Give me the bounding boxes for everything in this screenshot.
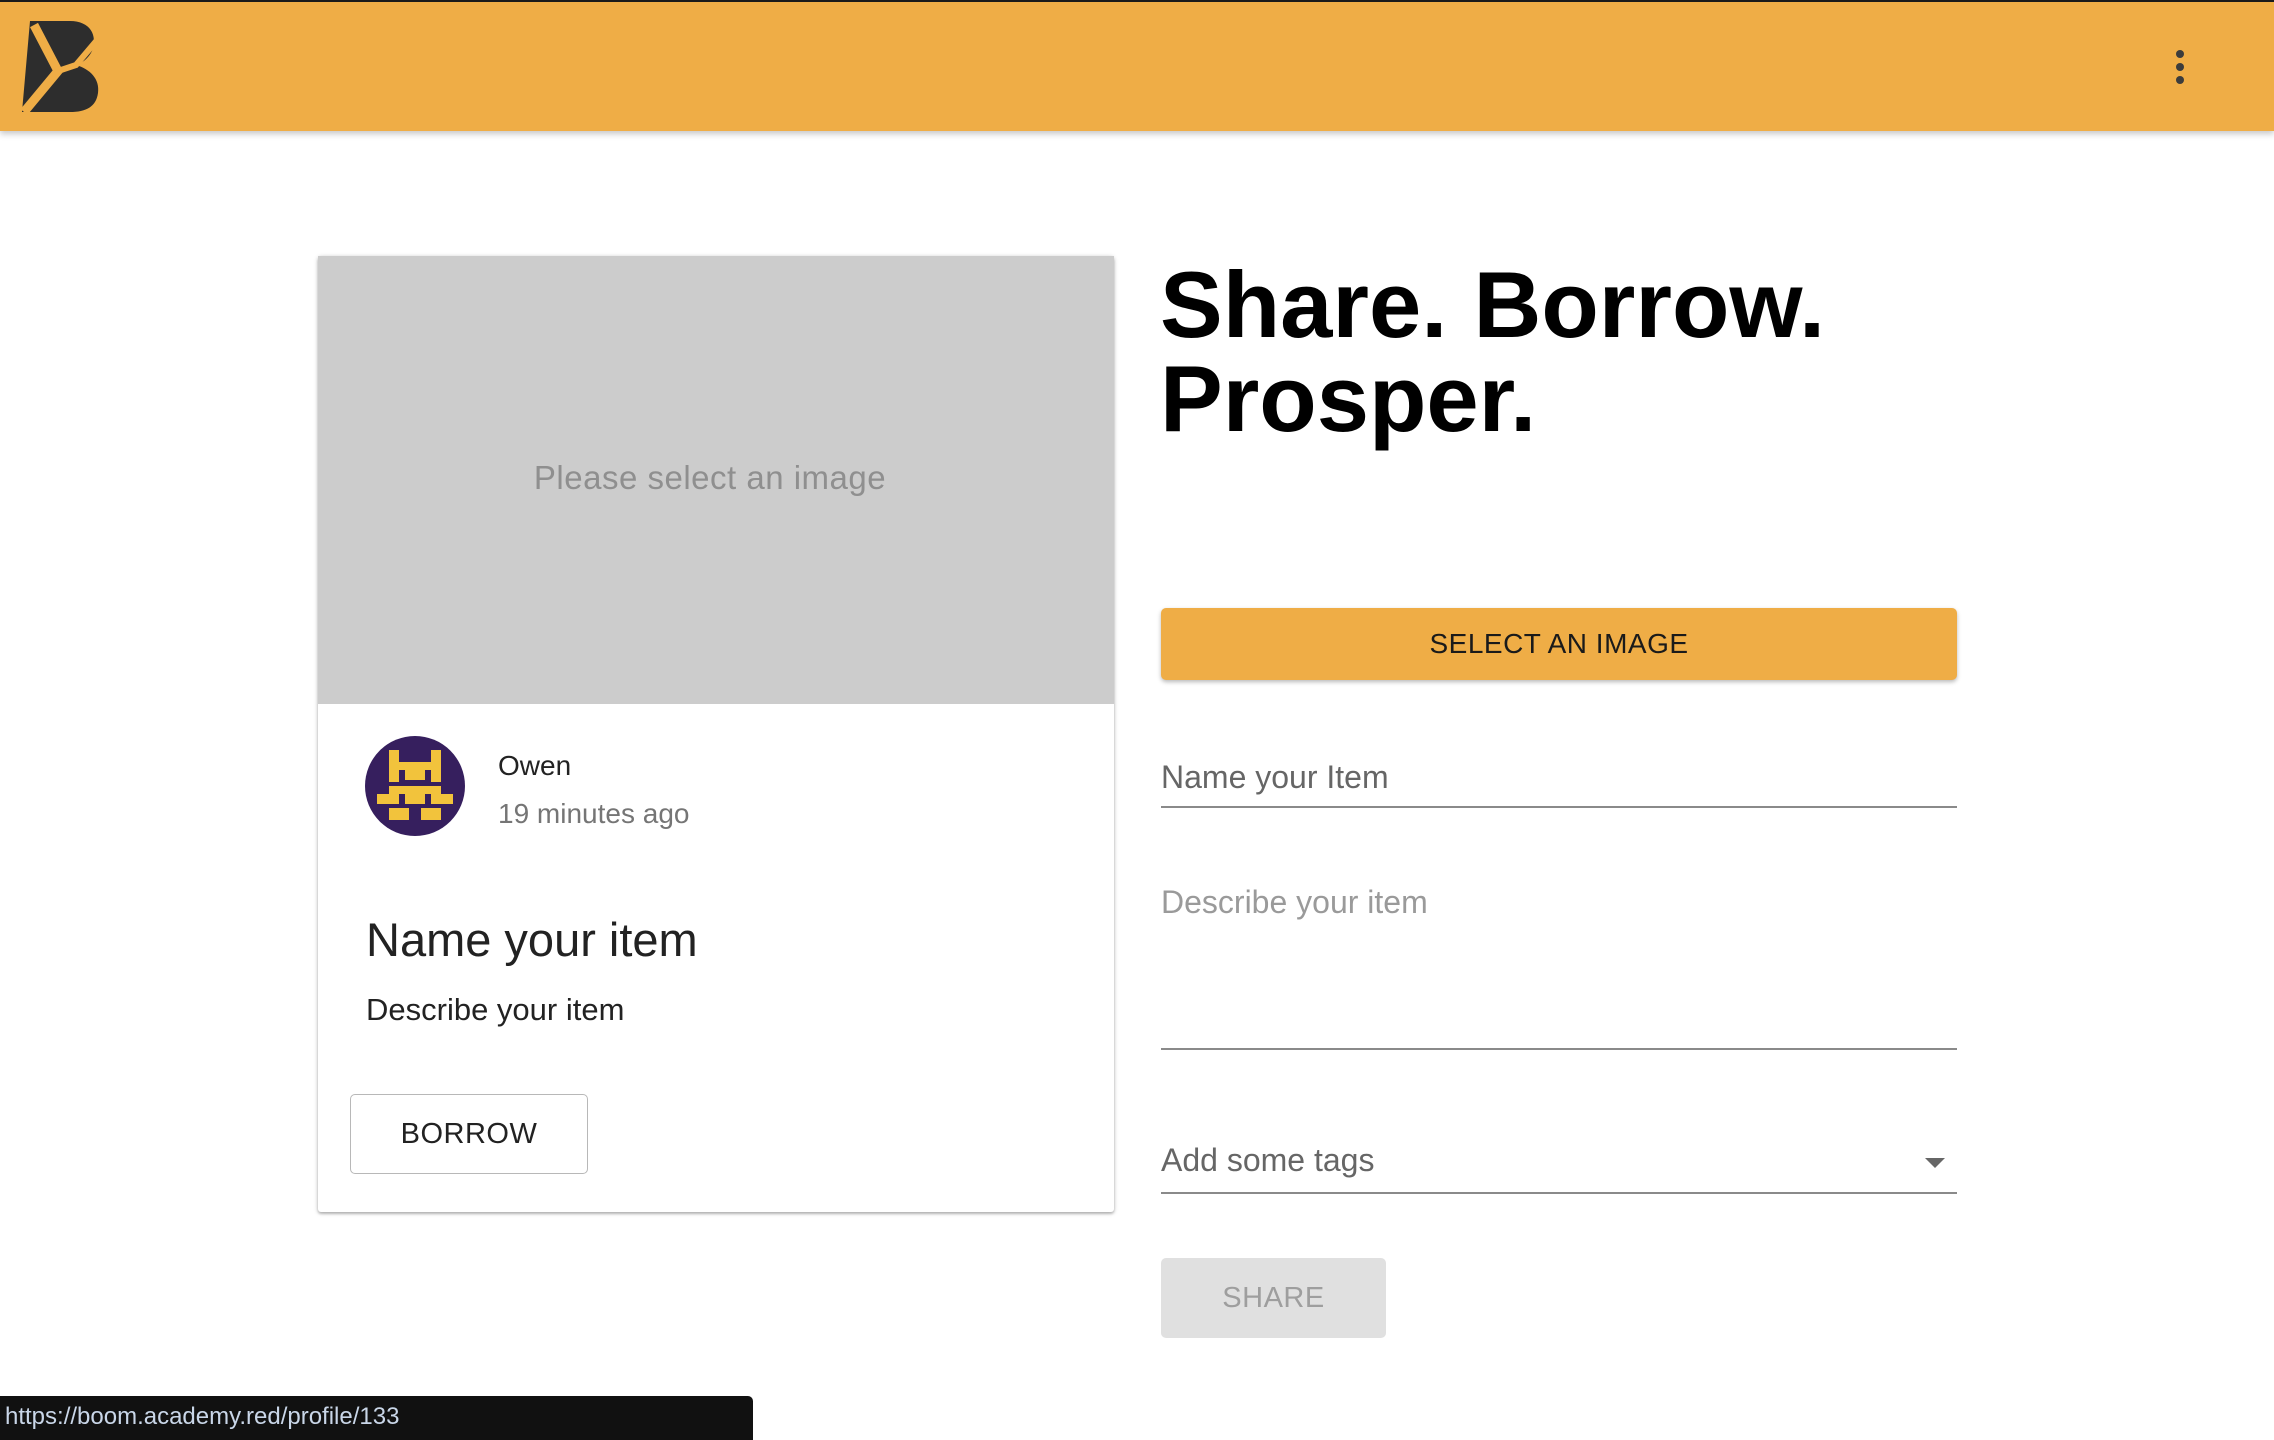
more-vert-icon[interactable] xyxy=(2160,42,2200,92)
tags-select[interactable]: Add some tags xyxy=(1161,1136,1957,1194)
item-name-field xyxy=(1161,750,1957,808)
share-button[interactable]: SHARE xyxy=(1161,1258,1386,1338)
item-title: Name your item xyxy=(366,913,698,966)
item-description-input[interactable] xyxy=(1161,878,1957,1038)
menu-dot xyxy=(2176,76,2184,84)
menu-dot xyxy=(2176,63,2184,71)
image-placeholder: Please select an image xyxy=(318,256,1114,704)
dropdown-arrow-icon xyxy=(1925,1158,1945,1168)
owner-timestamp: 19 minutes ago xyxy=(498,798,690,829)
owner-name: Owen xyxy=(498,750,572,781)
select-image-button[interactable]: SELECT AN IMAGE xyxy=(1161,608,1957,680)
item-description-field xyxy=(1161,878,1957,1050)
app-bar xyxy=(0,0,2274,131)
headline-line-1: Share. Borrow. xyxy=(1160,252,1826,357)
item-name-input[interactable] xyxy=(1161,750,1957,800)
tags-placeholder: Add some tags xyxy=(1161,1142,1375,1178)
status-bar-url: https://boom.academy.red/profile/133 xyxy=(0,1396,753,1440)
boom-logo[interactable] xyxy=(20,19,102,114)
page-headline: Share. Borrow. Prosper. xyxy=(1160,258,1960,446)
headline-line-2: Prosper. xyxy=(1160,346,1537,451)
item-preview-card: Please select an image Owen 19 minutes a… xyxy=(318,256,1114,1212)
item-description: Describe your item xyxy=(366,992,625,1027)
menu-dot xyxy=(2176,50,2184,58)
image-placeholder-text: Please select an image xyxy=(533,459,887,496)
owner-avatar[interactable] xyxy=(365,736,465,836)
borrow-button[interactable]: BORROW xyxy=(350,1094,588,1174)
